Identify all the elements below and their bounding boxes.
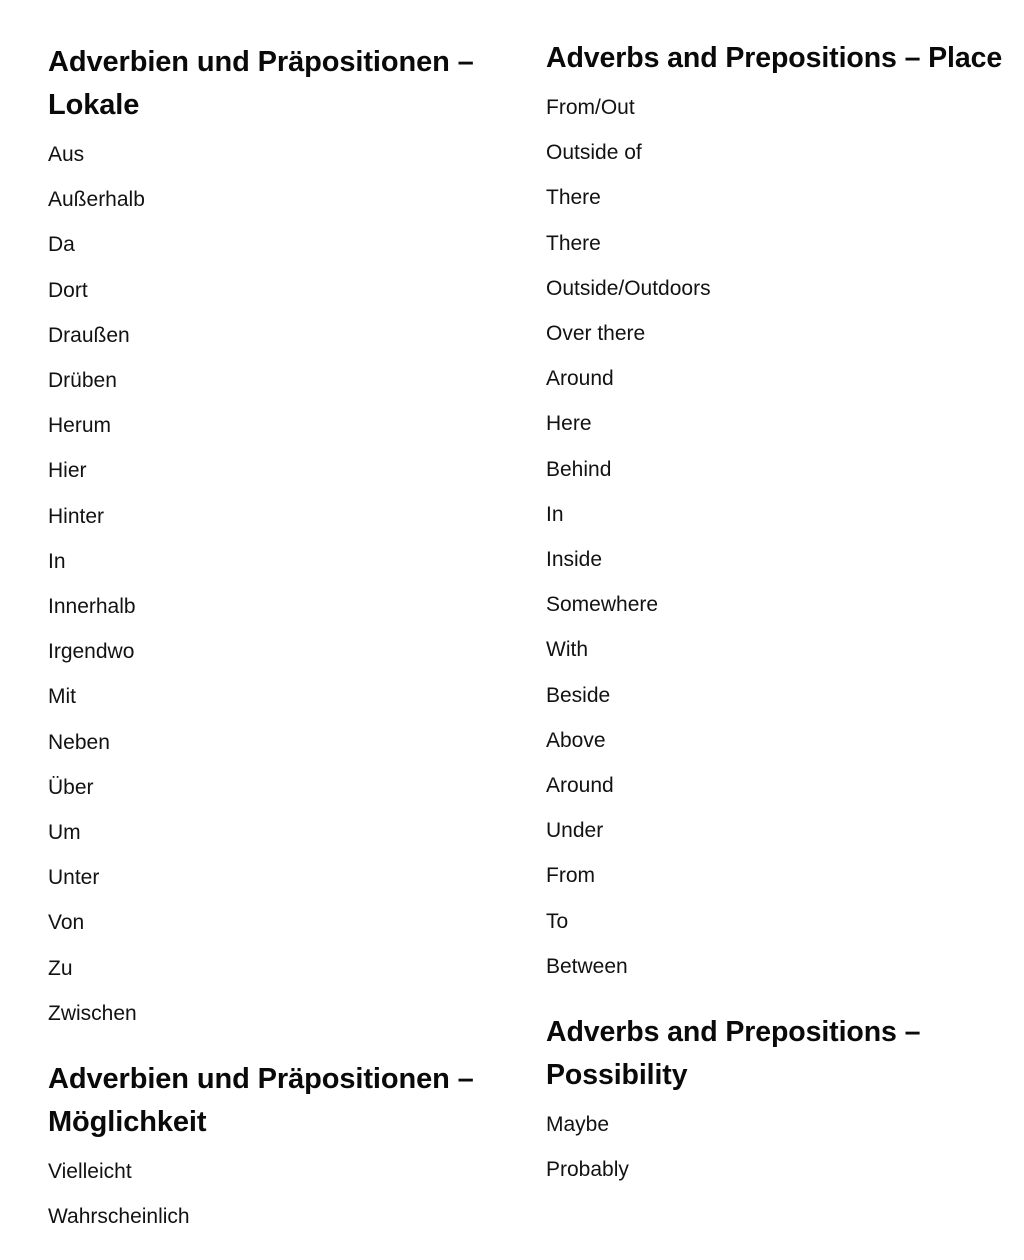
list-item: Innerhalb bbox=[48, 595, 136, 619]
list-item: Zwischen bbox=[48, 1001, 137, 1025]
list-item: Maybe bbox=[546, 1113, 610, 1137]
english-column: Adverbs and Prepositions – Place From/Ou… bbox=[499, 0, 1024, 1192]
section-heading-english-place: Adverbs and Prepositions – Place bbox=[546, 42, 1003, 74]
list-item: Around bbox=[546, 367, 614, 391]
term-list-english-possibility: Maybe Probably bbox=[546, 1102, 1006, 1192]
list-item: There bbox=[546, 186, 601, 210]
list-item: Wahrscheinlich bbox=[48, 1205, 190, 1229]
list-item: Außerhalb bbox=[48, 188, 145, 212]
list-item: Over there bbox=[546, 322, 646, 346]
list-item: Irgendwo bbox=[48, 640, 135, 664]
list-item: Around bbox=[546, 774, 614, 798]
section-german-possibility: Adverbien und Präpositionen – Möglichkei… bbox=[48, 1058, 489, 1239]
section-english-possibility: Adverbs and Prepositions – Possibility M… bbox=[546, 1011, 1006, 1192]
section-english-place: Adverbs and Prepositions – Place From/Ou… bbox=[546, 37, 1006, 989]
list-item: In bbox=[48, 549, 66, 573]
list-item: Da bbox=[48, 233, 75, 257]
vocabulary-page: Adverbien und Präpositionen – Lokale Aus… bbox=[0, 0, 1024, 1260]
term-list-english-place: From/Out Outside of There There Outside/… bbox=[546, 85, 1006, 989]
list-item: Um bbox=[48, 821, 81, 845]
list-item: Vielleicht bbox=[48, 1160, 132, 1184]
list-item: Above bbox=[546, 728, 606, 752]
list-item: To bbox=[546, 909, 569, 933]
german-column: Adverbien und Präpositionen – Lokale Aus… bbox=[0, 0, 499, 1239]
list-item: Drüben bbox=[48, 369, 117, 393]
list-item: Behind bbox=[546, 457, 612, 481]
list-item: There bbox=[546, 231, 601, 255]
list-item: Somewhere bbox=[546, 593, 659, 617]
list-item: Hinter bbox=[48, 504, 105, 528]
list-item: Dort bbox=[48, 278, 88, 302]
list-item: Draußen bbox=[48, 323, 130, 347]
two-column-layout: Adverbien und Präpositionen – Lokale Aus… bbox=[0, 0, 1024, 1239]
list-item: Between bbox=[546, 954, 628, 978]
list-item: Probably bbox=[546, 1158, 629, 1182]
term-list-german-possibility: Vielleicht Wahrscheinlich bbox=[48, 1149, 489, 1239]
list-item: Outside/Outdoors bbox=[546, 276, 711, 300]
list-item: Outside of bbox=[546, 141, 642, 165]
list-item: Von bbox=[48, 911, 85, 935]
list-item: Inside bbox=[546, 548, 603, 572]
section-german-place: Adverbien und Präpositionen – Lokale Aus… bbox=[48, 41, 489, 1036]
list-item: From bbox=[546, 864, 595, 888]
list-item: From/Out bbox=[546, 96, 635, 119]
list-item: Beside bbox=[546, 683, 611, 707]
list-item: Here bbox=[546, 412, 592, 436]
list-item: Herum bbox=[48, 414, 112, 438]
list-item: In bbox=[546, 502, 564, 526]
list-item: Aus bbox=[48, 143, 85, 166]
list-item: Mit bbox=[48, 685, 76, 709]
list-item: Über bbox=[48, 775, 94, 799]
list-item: Hier bbox=[48, 459, 87, 483]
section-heading-english-possibility: Adverbs and Prepositions – Possibility bbox=[546, 1016, 921, 1092]
list-item: Zu bbox=[48, 956, 73, 980]
term-list-german-place: Aus Außerhalb Da Dort Draußen Drüben Her… bbox=[48, 132, 489, 1036]
list-item: Neben bbox=[48, 730, 110, 754]
section-heading-german-place: Adverbien und Präpositionen – Lokale bbox=[48, 46, 474, 121]
section-heading-german-possibility: Adverbien und Präpositionen – Möglichkei… bbox=[48, 1063, 474, 1139]
list-item: Under bbox=[546, 819, 604, 843]
list-item: Unter bbox=[48, 866, 100, 890]
list-item: With bbox=[546, 638, 588, 662]
